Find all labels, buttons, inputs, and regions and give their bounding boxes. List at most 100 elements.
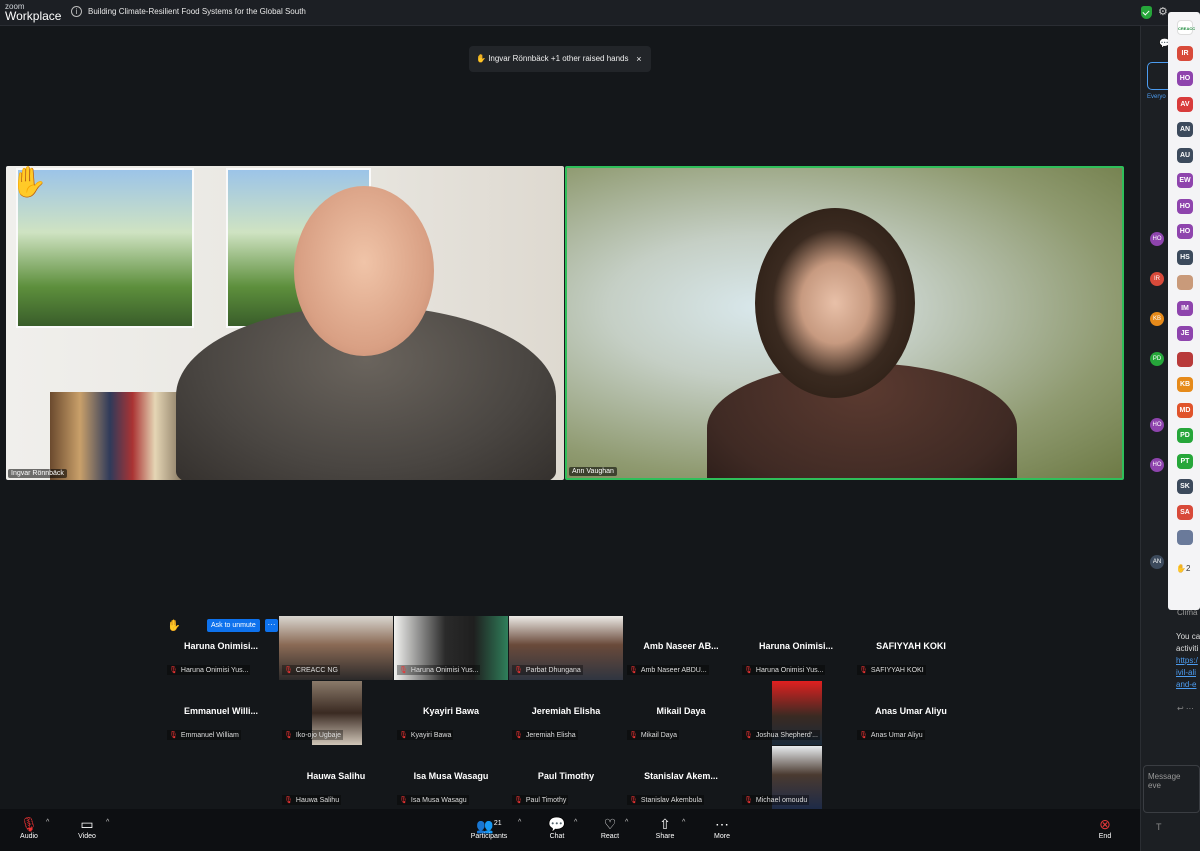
chevron-up-icon[interactable]: ^ bbox=[682, 819, 685, 826]
participants-button[interactable]: 👥21 Participants ^ bbox=[466, 815, 522, 840]
chat-avatar: HO bbox=[1150, 232, 1164, 246]
close-icon[interactable]: × bbox=[636, 46, 641, 72]
participant-tile[interactable]: 🎙 CREACC NG bbox=[279, 616, 393, 680]
participant-name: Anas Umar Aliyu bbox=[870, 732, 923, 739]
participant-tile[interactable]: Hauwa Salihu 🎙 Hauwa Salihu bbox=[279, 746, 393, 810]
participant-avatar[interactable]: PD bbox=[1177, 428, 1193, 443]
participant-tile[interactable]: Emmanuel Willi... 🎙 Emmanuel William bbox=[164, 681, 278, 745]
participant-tile[interactable]: 🎙 Joshua Shepherd'... bbox=[739, 681, 853, 745]
encryption-shield-icon[interactable] bbox=[1141, 6, 1152, 19]
participant-avatar[interactable]: HO bbox=[1177, 224, 1193, 239]
participant-name: Paul Timothy bbox=[525, 797, 567, 804]
participant-name-tag: Ann Vaughan bbox=[569, 467, 617, 476]
participant-name-tag: 🎙 CREACC NG bbox=[282, 665, 340, 675]
participant-avatar[interactable]: SA bbox=[1177, 504, 1193, 520]
participant-tile[interactable]: Mikail Daya 🎙 Mikail Daya bbox=[624, 681, 738, 745]
participant-avatar[interactable]: MD bbox=[1177, 402, 1193, 418]
chat-message: You ca activiti https:/ ivil-ali and-e bbox=[1176, 632, 1200, 689]
participant-name: Iko-ojo Ugbaje bbox=[295, 732, 342, 739]
participant-avatar[interactable]: IM bbox=[1177, 300, 1193, 316]
chevron-up-icon[interactable]: ^ bbox=[46, 819, 49, 826]
chevron-up-icon[interactable]: ^ bbox=[574, 819, 577, 826]
participant-tile[interactable]: 🎙 Michael omoudu bbox=[739, 746, 853, 810]
muted-mic-icon: 🎙 bbox=[629, 667, 638, 674]
participant-tile[interactable]: SAFIYYAH KOKI 🎙 SAFIYYAH KOKI bbox=[854, 616, 968, 680]
participant-avatar[interactable]: IR bbox=[1177, 45, 1193, 61]
participant-name-tag: 🎙 Isa Musa Wasagu bbox=[397, 795, 469, 805]
participant-tile[interactable]: Haruna Onimisi... ✋ 🎙 Haruna Onimisi Yus... bbox=[164, 616, 278, 680]
participant-tile[interactable]: Jeremiah Elisha 🎙 Jeremiah Elisha bbox=[509, 681, 623, 745]
chat-avatar: HO bbox=[1150, 418, 1164, 432]
participant-tile[interactable]: Anas Umar Aliyu 🎙 Anas Umar Aliyu bbox=[854, 681, 968, 745]
participant-tile[interactable]: 🎙 Haruna Onimisi Yus... bbox=[394, 616, 508, 680]
participant-avatar[interactable]: AV bbox=[1177, 96, 1193, 112]
chevron-up-icon[interactable]: ^ bbox=[625, 819, 628, 826]
participant-name-tag: 🎙 Iko-ojo Ugbaje bbox=[282, 730, 344, 740]
speaker-video-ann[interactable]: Ann Vaughan bbox=[565, 166, 1124, 480]
participant-avatar[interactable] bbox=[1177, 351, 1193, 367]
participant-display-name: Jeremiah Elisha bbox=[531, 706, 601, 716]
message-input[interactable]: Message eve bbox=[1143, 765, 1200, 813]
chevron-up-icon[interactable]: ^ bbox=[106, 819, 109, 826]
tab-everyone-label: Everyo bbox=[1147, 94, 1166, 100]
end-button[interactable]: ⊗ End bbox=[1093, 815, 1117, 840]
participant-name: Haruna Onimisi Yus... bbox=[180, 667, 249, 674]
participant-display-name: Paul Timothy bbox=[537, 771, 595, 781]
participant-tile[interactable]: Amb Naseer AB... 🎙 Amb Naseer ABDU... bbox=[624, 616, 738, 680]
participant-name-tag: 🎙 Jeremiah Elisha bbox=[512, 730, 578, 740]
participant-tile[interactable]: Isa Musa Wasagu 🎙 Isa Musa Wasagu bbox=[394, 746, 508, 810]
person-head bbox=[755, 208, 915, 398]
participant-display-name: Emmanuel Willi... bbox=[184, 706, 258, 716]
participant-tile[interactable]: Kyayiri Bawa 🎙 Kyayiri Bawa bbox=[394, 681, 508, 745]
chevron-up-icon[interactable]: ^ bbox=[518, 819, 521, 826]
participant-name-tag: 🎙 Haruna Onimisi Yus... bbox=[167, 665, 251, 675]
raised-hands-notification: ✋ Ingvar Rönnbäck +1 other raised hands … bbox=[469, 46, 651, 72]
participant-name-tag: 🎙 Emmanuel William bbox=[167, 730, 241, 740]
participant-tile[interactable]: Paul Timothy 🎙 Paul Timothy bbox=[509, 746, 623, 810]
chat-avatar: KB bbox=[1150, 312, 1164, 326]
view-options-icon[interactable]: ⚙ bbox=[1158, 5, 1168, 18]
participant-avatar[interactable] bbox=[1177, 530, 1193, 545]
participant-avatar[interactable]: SK bbox=[1177, 479, 1193, 494]
chat-avatar: IR bbox=[1150, 272, 1164, 286]
share-button[interactable]: ⇧ Share ^ bbox=[652, 815, 686, 840]
participant-display-name: Haruna Onimisi... bbox=[183, 641, 259, 651]
participant-name: Stanislav Akembula bbox=[640, 797, 702, 804]
chat-button[interactable]: 💬 Chat ^ bbox=[544, 815, 577, 840]
muted-mic-icon: 🎙 bbox=[399, 732, 408, 739]
meeting-info-icon[interactable]: i bbox=[71, 6, 82, 17]
participant-name-tag: 🎙 Kyayiri Bawa bbox=[397, 730, 454, 740]
speaker-video-ingvar[interactable]: ✋ Ingvar Rönnbäck bbox=[6, 166, 564, 480]
react-button[interactable]: ♡ React ^ bbox=[597, 815, 628, 840]
participant-tile[interactable]: 🎙 Iko-ojo Ugbaje bbox=[279, 681, 393, 745]
reaction-icon[interactable]: ↩ ⋯ bbox=[1177, 704, 1194, 713]
more-icon: ⋯ bbox=[715, 816, 729, 832]
chat-link[interactable]: https:/ bbox=[1176, 656, 1198, 665]
participant-avatar[interactable]: PT bbox=[1177, 453, 1193, 469]
chat-link[interactable]: ivil-ali bbox=[1176, 668, 1196, 677]
text-format-icon[interactable]: T bbox=[1156, 822, 1162, 832]
participant-avatar[interactable]: CREACC bbox=[1177, 20, 1195, 35]
participant-avatar[interactable]: KB bbox=[1177, 377, 1193, 392]
chat-link[interactable]: and-e bbox=[1176, 680, 1196, 689]
participant-tile[interactable]: Haruna Onimisi... 🎙 Haruna Onimisi Yus... bbox=[739, 616, 853, 680]
participant-name-tag: 🎙 Mikail Daya bbox=[627, 730, 680, 740]
participant-tile[interactable]: 🎙 Parbat Dhungana bbox=[509, 616, 623, 680]
chat-avatar: HO bbox=[1150, 458, 1164, 472]
people-icon: 👥21 bbox=[476, 817, 502, 834]
participant-name-tag: 🎙 SAFIYYAH KOKI bbox=[857, 665, 926, 675]
participant-avatar[interactable]: HO bbox=[1177, 71, 1193, 86]
participant-avatar[interactable]: HO bbox=[1177, 198, 1193, 214]
participant-display-name: Kyayiri Bawa bbox=[422, 706, 480, 716]
participant-avatar[interactable] bbox=[1177, 275, 1193, 290]
participant-avatar[interactable]: EW bbox=[1177, 173, 1193, 188]
more-button[interactable]: ⋯ More bbox=[709, 815, 735, 840]
participant-avatar[interactable]: HS bbox=[1177, 249, 1193, 265]
audio-button[interactable]: 🎙 Audio ^ bbox=[14, 815, 49, 840]
participant-avatar[interactable]: JE bbox=[1177, 326, 1193, 341]
video-button[interactable]: ▭ Video ^ bbox=[72, 815, 109, 840]
participant-avatar[interactable]: AN bbox=[1177, 122, 1193, 137]
raised-hands-count: ✋2 bbox=[1176, 564, 1191, 573]
participant-avatar[interactable]: AU bbox=[1177, 147, 1193, 163]
participant-tile[interactable]: Stanislav Akem... 🎙 Stanislav Akembula bbox=[624, 746, 738, 810]
